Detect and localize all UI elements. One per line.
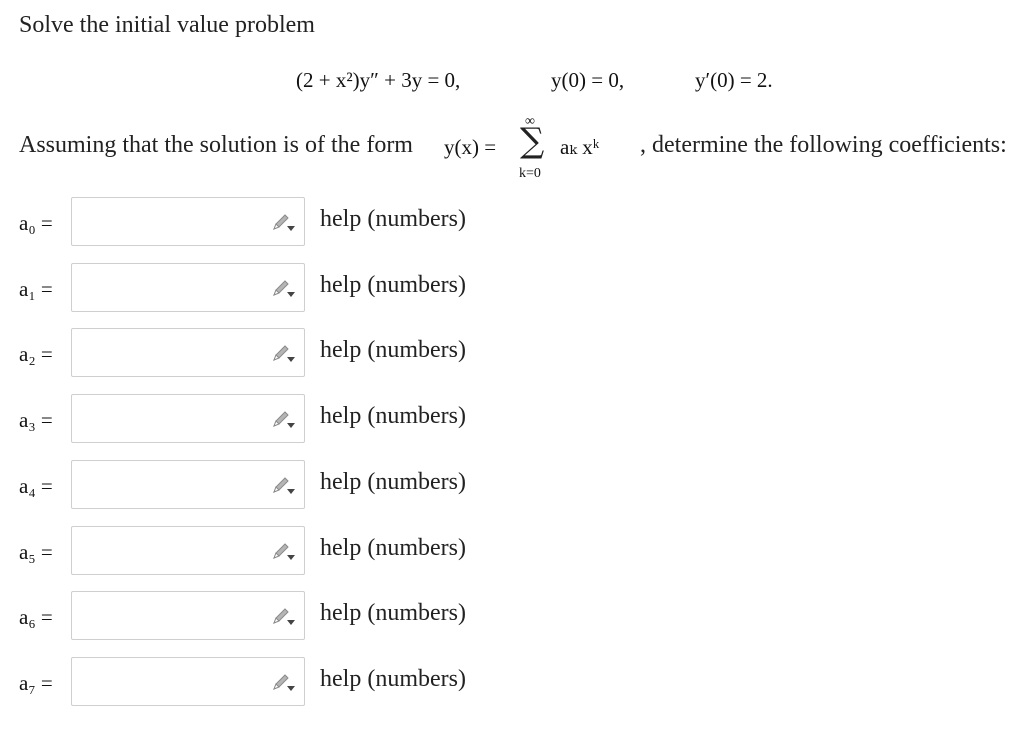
coefficient-label: a₃ = (19, 408, 53, 432)
coefficient-label: a₁ = (19, 277, 53, 301)
assumption-prefix: Assuming that the solution is of the for… (19, 132, 413, 158)
problem-intro: Solve the initial value problem (19, 12, 315, 38)
pencil-icon[interactable] (270, 607, 298, 627)
coefficient-row: a₄ = help (numbers) (0, 460, 520, 512)
help-numbers-link[interactable]: help (numbers) (320, 206, 466, 233)
series-formula: y(x) = ∞ ∑ k=0 aₖ xᵏ (444, 114, 644, 184)
coefficient-row: a₃ = help (numbers) (0, 394, 520, 446)
assumption-suffix: , determine the following coefficients: (640, 132, 1007, 158)
sum-lower-limit: k=0 (519, 166, 541, 181)
sum-sigma-symbol: ∑ (520, 121, 545, 161)
coefficient-label: a₇ = (19, 671, 53, 695)
pencil-icon[interactable] (270, 213, 298, 233)
coefficient-label: a₅ = (19, 540, 53, 564)
coefficient-row: a₁ = help (numbers) (0, 263, 520, 315)
help-numbers-link[interactable]: help (numbers) (320, 600, 466, 627)
coefficient-row: a₇ = help (numbers) (0, 657, 520, 709)
coefficient-row: a₅ = help (numbers) (0, 526, 520, 578)
pencil-icon[interactable] (270, 476, 298, 496)
initial-condition-y0: y(0) = 0, (551, 68, 625, 92)
help-numbers-link[interactable]: help (numbers) (320, 403, 466, 430)
coefficient-row: a₀ = help (numbers) (0, 197, 520, 249)
series-lhs: y(x) = (444, 135, 497, 159)
pencil-icon[interactable] (270, 279, 298, 299)
pencil-icon[interactable] (270, 542, 298, 562)
series-summand: aₖ xᵏ (560, 135, 600, 159)
coefficient-label: a₆ = (19, 605, 53, 629)
coefficient-label: a₂ = (19, 342, 53, 366)
coefficient-row: a₆ = help (numbers) (0, 591, 520, 643)
help-numbers-link[interactable]: help (numbers) (320, 337, 466, 364)
help-numbers-link[interactable]: help (numbers) (320, 272, 466, 299)
pencil-icon[interactable] (270, 344, 298, 364)
coefficient-label: a₄ = (19, 474, 53, 498)
coefficient-row: a₂ = help (numbers) (0, 328, 520, 380)
coefficient-label: a₀ = (19, 211, 53, 235)
pencil-icon[interactable] (270, 673, 298, 693)
ode-equation: (2 + x²)y″ + 3y = 0, (296, 68, 461, 92)
help-numbers-link[interactable]: help (numbers) (320, 469, 466, 496)
help-numbers-link[interactable]: help (numbers) (320, 666, 466, 693)
initial-condition-yprime0: y′(0) = 2. (695, 68, 773, 92)
pencil-icon[interactable] (270, 410, 298, 430)
help-numbers-link[interactable]: help (numbers) (320, 535, 466, 562)
